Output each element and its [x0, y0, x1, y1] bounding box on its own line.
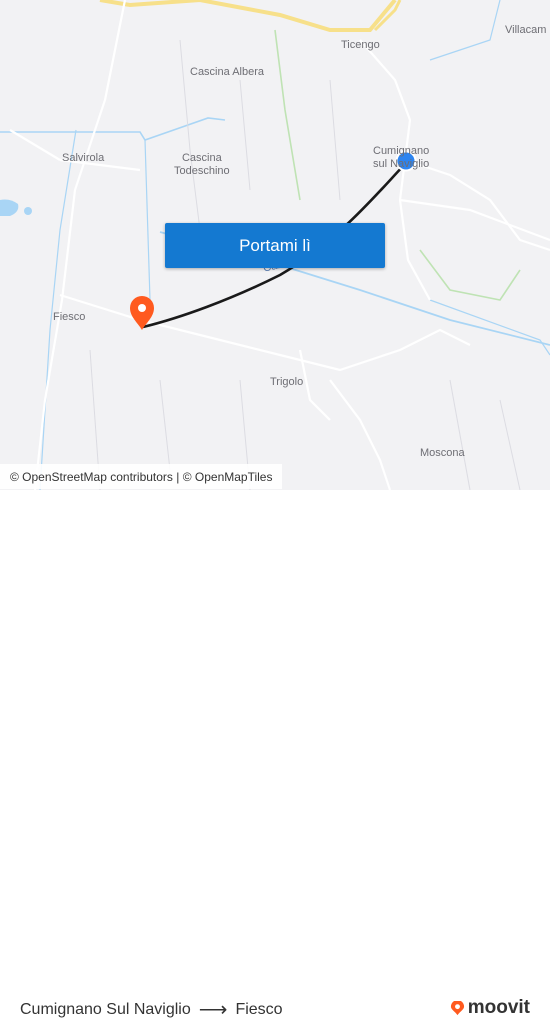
place-cascina-albera: Cascina Albera	[190, 66, 264, 78]
place-cascina-todeschino-line1: Cascina	[181, 152, 222, 164]
place-moscona: Moscona	[420, 447, 465, 459]
map-attribution[interactable]: © OpenStreetMap contributors | © OpenMap…	[0, 464, 283, 489]
place-cumignano-line1: Cumignano	[373, 145, 430, 157]
moovit-logo-text: moovit	[467, 997, 530, 1018]
place-ticengo: Ticengo	[341, 39, 380, 51]
place-salvirola: Salvirola	[62, 152, 105, 164]
place-villacampagna: Villacam	[505, 24, 547, 36]
canal-branch	[144, 139, 151, 301]
canal-north	[0, 117, 226, 141]
canal-northeast	[429, 0, 501, 61]
footer: Cumignano Sul Naviglio ⟶ Fiesco moovit	[0, 490, 550, 1020]
map-view[interactable]: Villacam Ticengo Cascina Albera Cumignan…	[0, 0, 550, 490]
road-major-ramp	[373, 0, 402, 32]
place-fiesco: Fiesco	[53, 311, 86, 323]
place-cumignano: Cumignano sul Naviglio	[373, 145, 429, 171]
place-cascina-todeschino: Cascina Todeschino	[174, 152, 230, 178]
place-cumignano-line2: sul Naviglio	[373, 158, 430, 170]
arrow-right-icon: ⟶	[198, 999, 228, 1021]
place-trigolo: Trigolo	[270, 376, 304, 388]
destination-label: Fiesco	[235, 1001, 283, 1018]
place-cascina-todeschino-line2: Todeschino	[174, 165, 230, 177]
moovit-logo[interactable]: moovit	[450, 997, 530, 1019]
take-me-there-button[interactable]: Portami lì	[165, 223, 385, 268]
canal-east	[429, 299, 550, 356]
lake-west	[0, 199, 19, 216]
stream-green	[274, 29, 301, 201]
moovit-logo-icon	[450, 1000, 464, 1015]
route-summary: Cumignano Sul Naviglio ⟶ Fiesco	[20, 999, 283, 1021]
canal-west	[39, 129, 77, 490]
origin-label: Cumignano Sul Naviglio	[20, 1001, 191, 1018]
stream-green-east	[419, 249, 521, 301]
pond	[24, 207, 32, 215]
road-major	[99, 0, 397, 32]
